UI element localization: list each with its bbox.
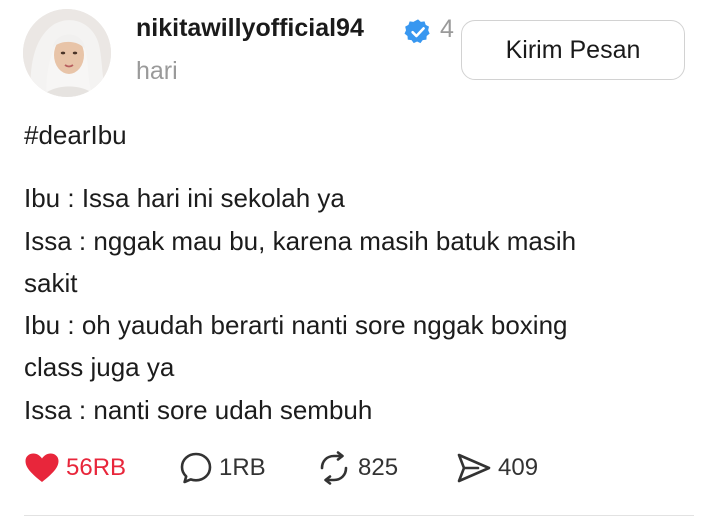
repost-count: 825 (358, 454, 399, 481)
send-icon (456, 452, 492, 484)
username[interactable]: nikitawillyofficial94 (136, 14, 364, 43)
verified-badge-icon (404, 18, 432, 46)
post-time-unit: hari (136, 57, 178, 85)
post-actions: 56RB 1RB 825 409 (24, 450, 684, 486)
repost-icon (316, 451, 352, 485)
comment-button[interactable]: 1RB (179, 450, 266, 486)
post-hashtag[interactable]: #dearIbu (24, 114, 684, 156)
repost-button[interactable]: 825 (316, 450, 398, 486)
post-body: #dearIbu Ibu : Issa hari ini sekolah ya … (24, 114, 684, 431)
post-line: Issa : nggak mau bu, karena masih batuk … (24, 225, 577, 256)
post-line: Ibu : oh yaudah berarti nanti sore nggak… (24, 310, 568, 341)
post-line: Issa : nanti sore udah sembuh (24, 394, 373, 425)
share-count: 409 (498, 454, 539, 481)
send-message-button[interactable]: Kirim Pesan (461, 20, 685, 80)
post-line: Ibu : Issa hari ini sekolah ya (24, 183, 345, 214)
like-count: 56RB (66, 454, 127, 481)
like-button[interactable]: 56RB (24, 450, 126, 486)
share-button[interactable]: 409 (456, 450, 538, 486)
comment-count: 1RB (219, 454, 266, 481)
profile-avatar[interactable] (23, 9, 111, 97)
heart-icon (24, 452, 60, 484)
comment-bubble-icon (179, 451, 213, 485)
post-time-number: 4 (440, 15, 454, 43)
post-line: class juga ya (24, 352, 175, 383)
divider (24, 515, 694, 516)
post-line: sakit (24, 267, 78, 298)
